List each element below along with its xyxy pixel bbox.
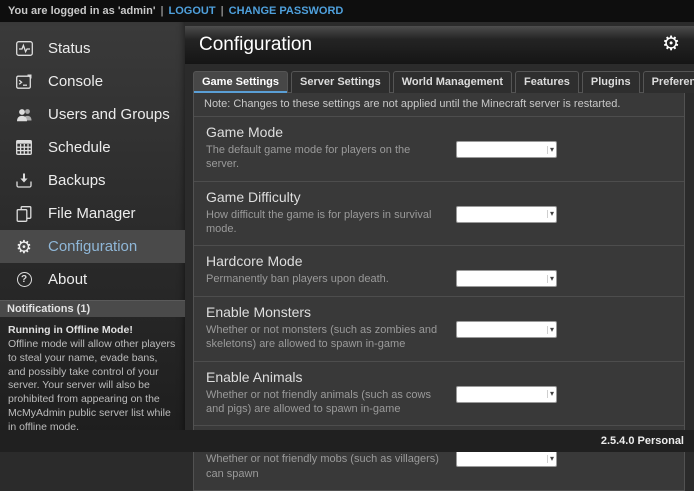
setting-description: The default game mode for players on the… xyxy=(206,143,444,172)
chevron-down-icon: ▾ xyxy=(547,326,554,334)
tab-plugins[interactable]: Plugins xyxy=(582,71,640,93)
sidebar-item-label: Schedule xyxy=(48,139,111,156)
hardcore-mode-select[interactable]: ▾ xyxy=(456,270,557,287)
console-icon xyxy=(14,73,34,91)
enable-monsters-select[interactable]: ▾ xyxy=(456,321,557,338)
file-manager-icon xyxy=(14,205,34,223)
logged-in-text: You are logged in as 'admin' xyxy=(8,5,155,17)
chevron-down-icon: ▾ xyxy=(547,390,554,398)
restart-note: Note: Changes to these settings are not … xyxy=(194,93,684,117)
notification-title: Running in Offline Mode! xyxy=(8,324,177,338)
setting-description: Whether or not friendly animals (such as… xyxy=(206,388,444,417)
tab-server-settings[interactable]: Server Settings xyxy=(291,71,390,93)
page-header: Configuration ⚙ xyxy=(185,26,694,64)
tab-game-settings[interactable]: Game Settings xyxy=(193,71,288,93)
chevron-down-icon: ▾ xyxy=(547,455,554,463)
sidebar-item-label: Backups xyxy=(48,172,106,189)
configuration-content: Game Settings Server Settings World Mana… xyxy=(193,71,685,491)
setting-title: Hardcore Mode xyxy=(206,253,444,269)
notifications-panel: Notifications (1) Running in Offline Mod… xyxy=(0,300,185,442)
setting-row-enable-monsters: Enable Monsters Whether or not monsters … xyxy=(194,297,684,362)
version-label: 2.5.4.0 Personal xyxy=(601,435,684,447)
sidebar-item-about[interactable]: ? About xyxy=(0,263,185,296)
separator: | xyxy=(160,5,163,17)
sidebar-item-file-manager[interactable]: File Manager xyxy=(0,197,185,230)
tab-world-management[interactable]: World Management xyxy=(393,71,512,93)
sidebar-item-label: Console xyxy=(48,73,103,90)
setting-description: Whether or not monsters (such as zombies… xyxy=(206,323,444,352)
sidebar-item-schedule[interactable]: Schedule xyxy=(0,131,185,164)
setting-description: Permanently ban players upon death. xyxy=(206,272,444,286)
enable-npcs-select[interactable]: ▾ xyxy=(456,450,557,467)
game-mode-select[interactable]: ▾ xyxy=(456,141,557,158)
status-icon xyxy=(14,40,34,58)
backups-icon xyxy=(14,172,34,190)
notification-text: Offline mode will allow other players to… xyxy=(8,338,177,435)
sidebar-item-label: File Manager xyxy=(48,205,136,222)
setting-title: Game Difficulty xyxy=(206,189,444,205)
tab-bar: Game Settings Server Settings World Mana… xyxy=(193,71,685,93)
setting-title: Enable Monsters xyxy=(206,304,444,320)
chevron-down-icon: ▾ xyxy=(547,210,554,218)
notification-item: Running in Offline Mode! Offline mode wi… xyxy=(0,317,185,442)
setting-title: Game Mode xyxy=(206,124,444,140)
enable-animals-select[interactable]: ▾ xyxy=(456,386,557,403)
users-icon xyxy=(14,106,34,124)
tab-preferences[interactable]: Preferences xyxy=(643,71,694,93)
gear-icon: ⚙ xyxy=(14,238,34,256)
setting-row-enable-animals: Enable Animals Whether or not friendly a… xyxy=(194,362,684,427)
chevron-down-icon: ▾ xyxy=(547,146,554,154)
sidebar-item-label: Users and Groups xyxy=(48,106,170,123)
sidebar: Status Console Users and Groups Schedule… xyxy=(0,22,185,452)
setting-title: Enable Animals xyxy=(206,369,444,385)
topbar: You are logged in as 'admin' | LOGOUT | … xyxy=(0,0,694,22)
sidebar-item-label: Status xyxy=(48,40,91,57)
notifications-header: Notifications (1) xyxy=(0,300,185,317)
question-icon: ? xyxy=(14,271,34,289)
change-password-link[interactable]: CHANGE PASSWORD xyxy=(229,5,344,17)
sidebar-item-backups[interactable]: Backups xyxy=(0,164,185,197)
main-area: Configuration ⚙ Game Settings Server Set… xyxy=(185,22,694,430)
settings-gear-icon[interactable]: ⚙ xyxy=(662,34,680,54)
setting-row-game-mode: Game Mode The default game mode for play… xyxy=(194,117,684,182)
setting-row-game-difficulty: Game Difficulty How difficult the game i… xyxy=(194,182,684,247)
separator: | xyxy=(221,5,224,17)
sidebar-item-console[interactable]: Console xyxy=(0,65,185,98)
setting-description: How difficult the game is for players in… xyxy=(206,208,444,237)
setting-row-hardcore-mode: Hardcore Mode Permanently ban players up… xyxy=(194,246,684,297)
sidebar-item-configuration[interactable]: ⚙ Configuration xyxy=(0,230,185,263)
chevron-down-icon: ▾ xyxy=(547,275,554,283)
sidebar-item-users-and-groups[interactable]: Users and Groups xyxy=(0,98,185,131)
game-difficulty-select[interactable]: ▾ xyxy=(456,206,557,223)
setting-description: Whether or not friendly mobs (such as vi… xyxy=(206,452,444,481)
page-title: Configuration xyxy=(185,34,312,56)
logout-link[interactable]: LOGOUT xyxy=(169,5,216,17)
footer: 2.5.4.0 Personal xyxy=(0,430,694,452)
schedule-icon xyxy=(14,139,34,157)
sidebar-item-label: Configuration xyxy=(48,238,137,255)
sidebar-item-label: About xyxy=(48,271,87,288)
sidebar-item-status[interactable]: Status xyxy=(0,32,185,65)
tab-features[interactable]: Features xyxy=(515,71,579,93)
